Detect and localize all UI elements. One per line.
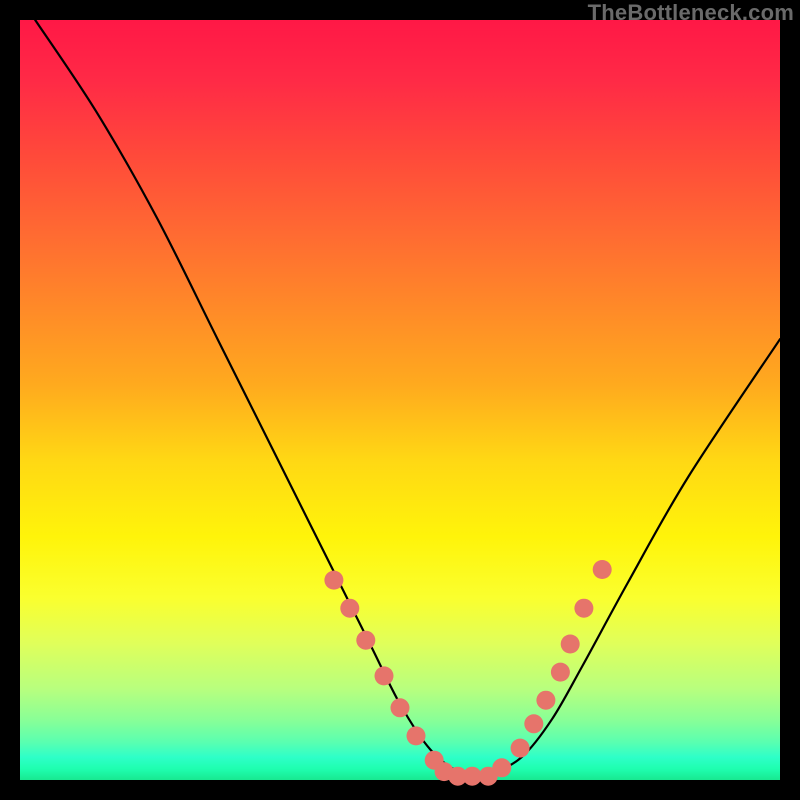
marker-dot [593,560,612,579]
marker-dot [407,726,426,745]
bottleneck-curve [35,20,780,775]
marker-dot [551,663,570,682]
marker-dot [356,631,375,650]
marker-dot [324,571,343,590]
marker-dot [561,635,580,654]
marker-dot [511,739,530,758]
plot-area [20,20,780,780]
marker-dot [340,599,359,618]
chart-frame: TheBottleneck.com [0,0,800,800]
marker-dot-group [324,560,611,786]
marker-dot [492,758,511,777]
marker-dot [574,599,593,618]
marker-dot [391,698,410,717]
curve-svg [20,20,780,780]
marker-dot [536,691,555,710]
marker-dot [524,714,543,733]
marker-dot [375,666,394,685]
